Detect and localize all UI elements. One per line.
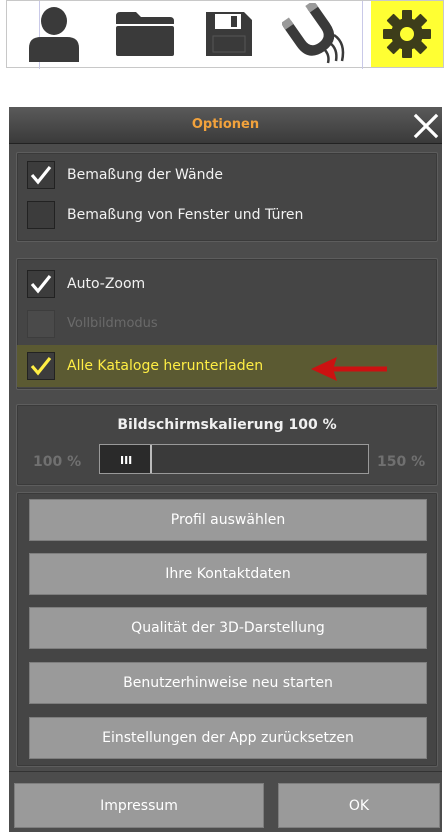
scaling-min-label: 100 % xyxy=(33,454,82,470)
screen-scaling-panel: Bildschirmskalierung 100 % 100 % III 150… xyxy=(16,404,438,486)
scaling-max-label: 150 % xyxy=(377,454,426,470)
floppy-disk-icon xyxy=(206,12,252,56)
contact-data-button[interactable]: Ihre Kontaktdaten xyxy=(29,553,427,595)
download-catalogs-checkbox[interactable] xyxy=(27,352,55,380)
dialog-title: Optionen xyxy=(191,117,260,132)
magnet-icon xyxy=(282,3,345,64)
option-wall-dimensions[interactable]: Bemaßung der Wände xyxy=(17,156,437,196)
screen-scaling-slider[interactable]: III xyxy=(99,444,369,474)
checkmark-icon xyxy=(30,275,52,294)
red-arrow-icon xyxy=(311,357,387,381)
actions-panel: Profil auswählen Ihre Kontaktdaten Quali… xyxy=(16,492,438,767)
3d-quality-button[interactable]: Qualität der 3D-Darstellung xyxy=(29,607,427,649)
wall-dimensions-label: Bemaßung der Wände xyxy=(67,167,223,183)
wall-dimensions-checkbox[interactable] xyxy=(27,161,55,189)
user-button[interactable] xyxy=(19,1,89,67)
close-icon[interactable] xyxy=(412,110,440,140)
auto-zoom-checkbox[interactable] xyxy=(27,270,55,298)
gear-icon xyxy=(383,10,431,58)
option-auto-zoom[interactable]: Auto-Zoom xyxy=(17,265,437,305)
slider-grip-label: III xyxy=(120,454,133,467)
window-door-dimensions-label: Bemaßung von Fenster und Türen xyxy=(67,207,304,223)
fullscreen-label: Vollbildmodus xyxy=(67,316,158,331)
magnet-button[interactable] xyxy=(277,1,353,67)
folder-icon xyxy=(116,12,174,56)
save-button[interactable] xyxy=(199,1,259,67)
dialog-titlebar: Optionen xyxy=(9,107,442,144)
toolbar-divider xyxy=(362,1,363,69)
restart-user-hints-button[interactable]: Benutzerhinweise neu starten xyxy=(29,662,427,704)
footer-divider xyxy=(9,771,442,772)
reset-app-settings-button[interactable]: Einstellungen der App zurücksetzen xyxy=(29,717,427,759)
person-icon xyxy=(29,7,79,62)
window-door-dimensions-checkbox[interactable] xyxy=(27,201,55,229)
dimension-options-panel: Bemaßung der Wände Bemaßung von Fenster … xyxy=(16,152,438,242)
ok-button[interactable]: OK xyxy=(278,783,440,828)
impressum-button[interactable]: Impressum xyxy=(14,783,264,828)
open-button[interactable] xyxy=(107,1,183,67)
main-toolbar xyxy=(6,0,444,69)
checkmark-icon xyxy=(30,357,52,376)
select-profile-button[interactable]: Profil auswählen xyxy=(29,499,427,541)
download-catalogs-label: Alle Kataloge herunterladen xyxy=(67,358,264,374)
fullscreen-checkbox xyxy=(27,310,55,338)
settings-button[interactable] xyxy=(371,1,443,67)
slider-thumb[interactable]: III xyxy=(100,445,152,473)
checkmark-icon xyxy=(30,166,52,185)
auto-zoom-label: Auto-Zoom xyxy=(67,276,146,292)
option-fullscreen: Vollbildmodus xyxy=(17,305,437,345)
screen-scaling-title: Bildschirmskalierung 100 % xyxy=(117,417,337,433)
options-dialog: Optionen Bemaßung der Wände Bemaßung von… xyxy=(9,107,442,832)
option-window-door-dimensions[interactable]: Bemaßung von Fenster und Türen xyxy=(17,196,437,236)
